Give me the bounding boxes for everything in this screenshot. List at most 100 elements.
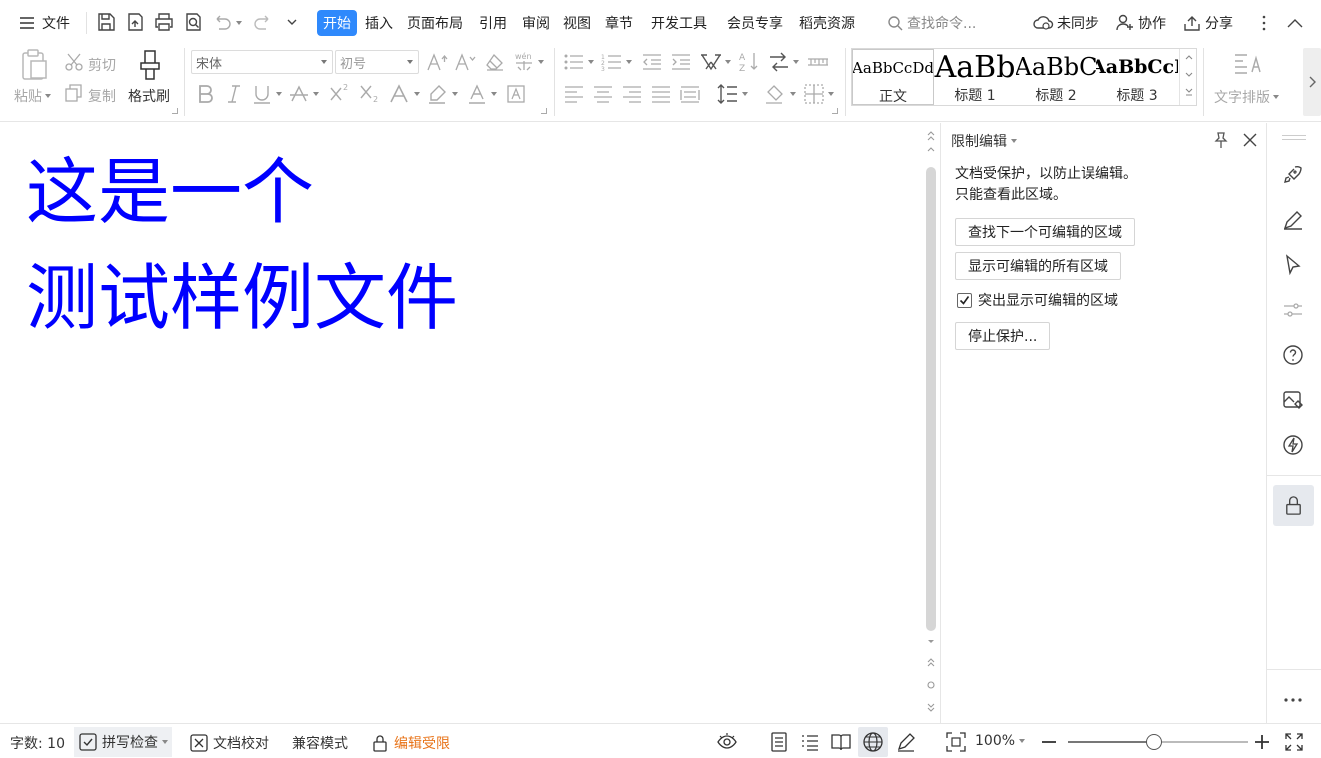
- increase-indent-icon[interactable]: [670, 52, 692, 72]
- numbered-list-dropdown-icon[interactable]: [626, 60, 632, 64]
- underline-icon[interactable]: [251, 83, 273, 105]
- highlight-icon[interactable]: [426, 83, 448, 105]
- pane-title-dropdown[interactable]: 限制编辑: [951, 131, 1017, 151]
- tab-insert[interactable]: 插入: [361, 10, 397, 36]
- help-icon[interactable]: [1281, 343, 1305, 367]
- tab-docer[interactable]: 稻壳资源: [795, 10, 859, 36]
- tab-ruler-icon[interactable]: [806, 52, 830, 72]
- text-direction-icon[interactable]: [699, 50, 723, 74]
- share-button[interactable]: 分享: [1182, 10, 1233, 36]
- superscript-icon[interactable]: 2: [328, 81, 354, 105]
- text-layout-button[interactable]: 文字排版: [1214, 87, 1279, 107]
- copy-label[interactable]: 复制: [88, 86, 116, 106]
- pen-mode-icon[interactable]: [895, 731, 917, 753]
- zoom-out-icon[interactable]: [1038, 731, 1060, 753]
- paste-icon[interactable]: [18, 48, 50, 82]
- export-icon[interactable]: [124, 11, 146, 33]
- format-painter-icon[interactable]: [136, 48, 164, 82]
- text-layout-icon[interactable]: [1232, 50, 1264, 80]
- font-size-combo[interactable]: 初号: [335, 50, 419, 74]
- vertical-scrollbar[interactable]: [922, 123, 940, 723]
- distribute-icon[interactable]: [679, 83, 701, 105]
- text-direction-dropdown-icon[interactable]: [725, 60, 731, 64]
- cut-label[interactable]: 剪切: [88, 55, 116, 75]
- show-marks-icon[interactable]: [767, 51, 791, 73]
- phonetic-dropdown-icon[interactable]: [538, 60, 544, 64]
- styles-scroll[interactable]: [1179, 49, 1197, 105]
- italic-icon[interactable]: [223, 83, 245, 105]
- tab-references[interactable]: 引用: [475, 10, 511, 36]
- highlight-editable-toggle[interactable]: 突出显示可编辑的区域: [957, 290, 1118, 310]
- page-view-icon[interactable]: [768, 731, 790, 753]
- borders-dropdown-icon[interactable]: [828, 92, 834, 96]
- edit-restricted-status[interactable]: 编辑受限: [370, 733, 450, 753]
- vertical-scroll-thumb[interactable]: [926, 167, 936, 631]
- document-canvas[interactable]: 这是一个 测试样例文件: [0, 123, 922, 723]
- char-border-icon[interactable]: [505, 83, 527, 105]
- save-icon[interactable]: [95, 11, 117, 33]
- zoom-slider-handle[interactable]: [1146, 734, 1162, 750]
- more-options-icon[interactable]: [1256, 13, 1272, 33]
- bullet-list-dropdown-icon[interactable]: [588, 60, 594, 64]
- image-tool-icon[interactable]: [1281, 388, 1305, 412]
- print-preview-icon[interactable]: [182, 11, 204, 33]
- document-line-1[interactable]: 这是一个: [26, 157, 314, 229]
- font-name-combo[interactable]: 宋体: [191, 50, 333, 74]
- clear-format-icon[interactable]: [484, 52, 506, 72]
- style-heading-3[interactable]: AaBbCcI 标题 3: [1096, 49, 1178, 105]
- format-painter-label[interactable]: 格式刷: [128, 86, 170, 106]
- reading-view-icon[interactable]: [830, 731, 852, 753]
- tab-review[interactable]: 审阅: [518, 10, 554, 36]
- borders-icon[interactable]: [803, 83, 825, 105]
- undo-dropdown-icon[interactable]: [236, 21, 242, 25]
- highlight-dropdown-icon[interactable]: [452, 92, 458, 96]
- tab-home[interactable]: 开始: [317, 10, 357, 36]
- zoom-slider[interactable]: [1068, 734, 1248, 750]
- restrict-editing-toggle[interactable]: [1273, 485, 1314, 526]
- word-count[interactable]: 字数: 10: [10, 733, 65, 753]
- sort-icon[interactable]: AZ: [738, 50, 760, 74]
- spell-check-button[interactable]: 拼写检查: [74, 727, 172, 757]
- sync-status[interactable]: 未同步: [1032, 10, 1099, 36]
- tab-page-layout[interactable]: 页面布局: [403, 10, 467, 36]
- collapse-ribbon-icon[interactable]: [1284, 13, 1306, 33]
- fullscreen-icon[interactable]: [1283, 731, 1305, 753]
- style-heading-2[interactable]: AaBbC 标题 2: [1016, 49, 1096, 105]
- clipboard-group-launcher[interactable]: [172, 108, 178, 114]
- print-icon[interactable]: [153, 11, 175, 33]
- paragraph-group-launcher[interactable]: [832, 108, 838, 114]
- font-group-launcher[interactable]: [541, 108, 547, 114]
- redo-icon[interactable]: [252, 11, 274, 33]
- ribbon-scroll-right[interactable]: [1303, 48, 1321, 116]
- zoom-level-dropdown[interactable]: 100%: [975, 733, 1026, 749]
- shading-icon[interactable]: [763, 83, 787, 105]
- tab-view[interactable]: 视图: [559, 10, 595, 36]
- command-search[interactable]: 查找命令...: [886, 10, 976, 36]
- scroll-nav-icon[interactable]: [925, 635, 937, 721]
- show-marks-dropdown-icon[interactable]: [793, 60, 799, 64]
- tab-chapter[interactable]: 章节: [601, 10, 637, 36]
- outline-view-icon[interactable]: [799, 731, 821, 753]
- eye-protection-icon[interactable]: [716, 731, 738, 753]
- style-normal[interactable]: AaBbCcDd 正文: [852, 49, 934, 105]
- pin-icon[interactable]: [1212, 131, 1230, 149]
- highlight-editable-checkbox[interactable]: [957, 292, 972, 308]
- grow-font-icon[interactable]: [426, 52, 448, 72]
- pen-icon[interactable]: [1281, 208, 1305, 232]
- tab-member[interactable]: 会员专享: [723, 10, 787, 36]
- scissors-icon[interactable]: [64, 52, 84, 72]
- align-left-icon[interactable]: [563, 83, 585, 105]
- shading-dropdown-icon[interactable]: [790, 92, 796, 96]
- bullet-list-icon[interactable]: [563, 52, 585, 72]
- font-color-icon[interactable]: [466, 83, 488, 105]
- close-icon[interactable]: [1241, 131, 1259, 149]
- justify-icon[interactable]: [650, 83, 672, 105]
- numbered-list-icon[interactable]: 123: [601, 52, 623, 72]
- decrease-indent-icon[interactable]: [641, 52, 663, 72]
- file-menu[interactable]: 文件: [18, 10, 70, 36]
- phonetic-guide-icon[interactable]: wén: [512, 50, 536, 74]
- font-color-dropdown-icon[interactable]: [491, 92, 497, 96]
- document-line-2[interactable]: 测试样例文件: [26, 263, 458, 335]
- show-all-editable-button[interactable]: 显示可编辑的所有区域: [955, 252, 1121, 280]
- scroll-up-arrows-icon[interactable]: [925, 129, 937, 159]
